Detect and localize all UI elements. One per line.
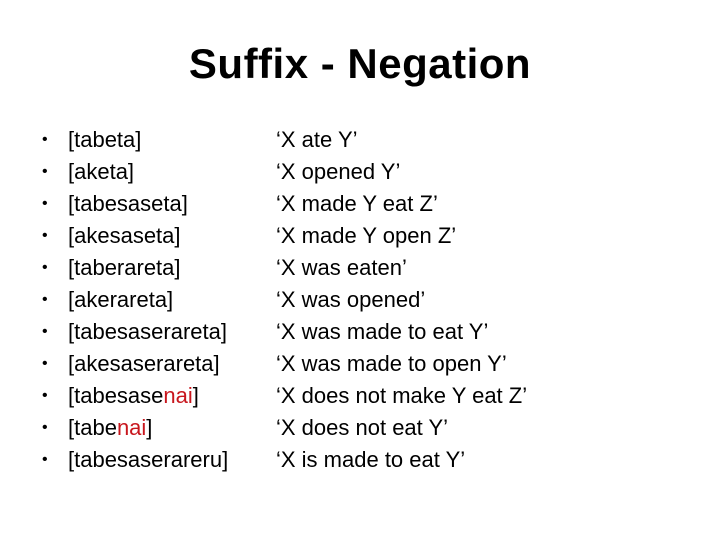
gloss-text: ‘X does not eat Y’: [276, 415, 449, 440]
bullet-icon: •: [42, 227, 48, 244]
gloss-text: ‘X is made to eat Y’: [276, 447, 466, 472]
gloss-text: ‘X ate Y’: [276, 127, 358, 152]
verb-form: [akesaserareta]: [68, 348, 220, 380]
verb-form: [tabesaserareta]: [68, 316, 227, 348]
verb-form: [tabesaserareru]: [68, 444, 228, 476]
verb-form-stem: [tabe: [68, 415, 117, 440]
verb-form: [tabesaseta]: [68, 188, 188, 220]
verb-form: [aketa]: [68, 156, 134, 188]
negation-suffix: nai: [116, 415, 147, 440]
verb-form: [tabeta]: [68, 124, 141, 156]
verb-form-stem: [tabesaseta]: [68, 191, 188, 216]
verb-form-stem: [tabeta]: [68, 127, 142, 152]
slide-title: Suffix - Negation: [188, 40, 532, 87]
bullet-icon: •: [42, 451, 48, 468]
bullet-icon: •: [42, 163, 48, 180]
gloss-text: ‘X was made to open Y’: [276, 351, 507, 376]
bullet-icon: •: [42, 259, 48, 276]
verb-form-stem: [akesaserareta]: [68, 351, 220, 376]
gloss-text: ‘X was opened’: [276, 287, 426, 312]
verb-form-stem: [tabesaserareru]: [68, 447, 229, 472]
bullet-icon: •: [42, 291, 48, 308]
bullet-icon: •: [42, 355, 48, 372]
verb-form: [akesaseta]: [68, 220, 181, 252]
verb-form-close: ]: [146, 415, 153, 440]
bullet-icon: •: [42, 131, 48, 148]
gloss-text: ‘X does not make Y eat Z’: [276, 383, 528, 408]
verb-form-stem: [aketa]: [68, 159, 135, 184]
verb-form: [akerareta]: [68, 284, 173, 316]
verb-form-stem: [tabesaserareta]: [68, 319, 227, 344]
negation-suffix: nai: [163, 383, 193, 408]
verb-form-close: ]: [192, 383, 199, 408]
bullet-icon: •: [42, 195, 48, 212]
gloss-text: ‘X was made to eat Y’: [276, 319, 489, 344]
gloss-text: ‘X opened Y’: [276, 159, 401, 184]
gloss-text: ‘X made Y open Z’: [276, 223, 457, 248]
bullet-icon: •: [42, 323, 48, 340]
verb-form: [tabesasenai]: [68, 380, 199, 412]
verb-form-stem: [akerareta]: [68, 287, 174, 312]
verb-form-stem: [taberareta]: [68, 255, 181, 280]
bullet-icon: •: [42, 387, 48, 404]
verb-form: [taberareta]: [68, 252, 181, 284]
bullet-icon: •: [42, 419, 48, 436]
verb-form-stem: [akesaseta]: [68, 223, 181, 248]
verb-form-stem: [tabesase: [68, 383, 164, 408]
verb-form: [tabenai]: [68, 412, 152, 444]
gloss-text: ‘X made Y eat Z’: [276, 191, 438, 216]
gloss-text: ‘X was eaten’: [276, 255, 407, 280]
